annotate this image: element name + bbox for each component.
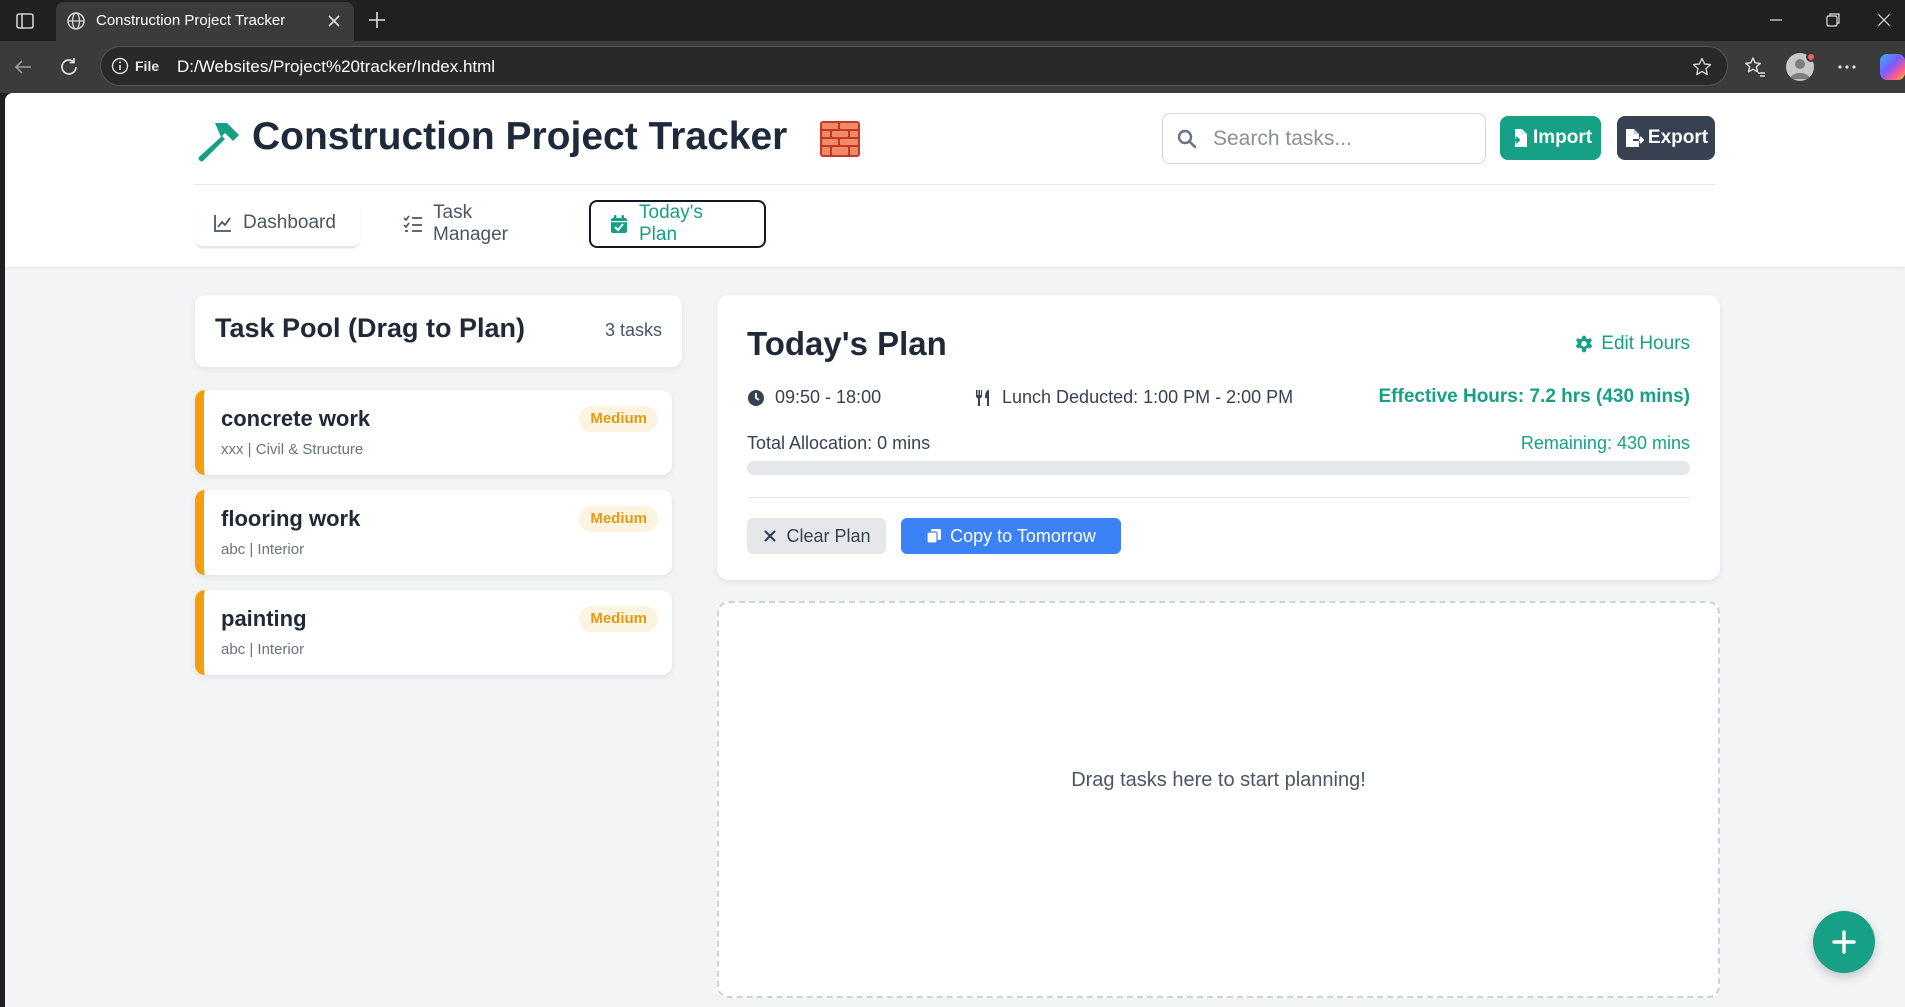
task-pool-header: Task Pool (Drag to Plan) 3 tasks [195,295,682,367]
plan-title: Today's Plan [747,325,947,362]
edit-hours-button[interactable]: Edit Hours [1575,333,1690,355]
priority-badge: Medium [579,406,658,432]
copy-to-tomorrow-label: Copy to Tomorrow [950,525,1096,546]
effective-hours: Effective Hours: 7.2 hrs (430 mins) [1378,386,1691,407]
tab-title: Construction Project Tracker [96,12,286,29]
plan-drop-zone[interactable]: Drag tasks here to start planning! [717,601,1720,998]
more-options-icon[interactable] [1834,54,1860,80]
task-pool-count: 3 tasks [604,320,662,340]
new-tab-icon[interactable] [366,9,388,31]
remaining-time: Remaining: 430 mins [1520,433,1690,453]
task-name: flooring work [221,506,361,531]
copy-icon [926,528,942,544]
list-check-icon [403,214,423,234]
drop-zone-hint: Drag tasks here to start planning! [1071,769,1366,791]
export-label: Export [1647,127,1709,148]
priority-badge: Medium [579,506,658,532]
task-card[interactable]: painting abc | Interior Medium [195,590,672,675]
favorite-star-icon[interactable] [1691,56,1713,78]
copilot-icon[interactable] [1880,54,1905,80]
plus-icon [1831,929,1857,955]
export-button[interactable]: Export [1617,116,1715,160]
browser-tab[interactable]: Construction Project Tracker [56,2,354,41]
tab-todays-plan-label: Today's Plan [639,202,703,245]
working-time: 09:50 - 18:00 [747,387,881,408]
search-input[interactable] [1213,124,1473,154]
url-text[interactable]: D:/Websites/Project%20tracker/Index.html [177,57,495,77]
search-icon [1177,129,1197,149]
globe-icon [66,11,86,31]
task-meta: abc | Interior [221,641,305,658]
file-export-icon [1624,128,1644,148]
task-meta: xxx | Civil & Structure [221,441,364,458]
back-arrow-icon[interactable] [12,56,34,78]
tab-task-manager-label: Task Manager [433,202,508,245]
time-range: 09:50 - 18:00 [775,387,882,407]
browser-toolbar: File D:/Websites/Project%20tracker/Index… [0,41,1905,93]
clear-plan-label: Clear Plan [786,525,871,546]
favorites-icon[interactable] [1742,54,1768,80]
profile-notification-dot [1806,52,1816,62]
file-import-icon [1509,128,1529,148]
add-task-button[interactable] [1813,911,1875,973]
reload-icon[interactable] [58,56,80,78]
import-label: Import [1532,127,1593,148]
sidebar-toggle-icon[interactable] [14,10,36,32]
page: Construction Project Tracker Search task… [5,93,1905,1007]
calendar-check-icon [609,214,629,234]
browser-tabstrip: Construction Project Tracker [0,0,1905,41]
task-card[interactable]: flooring work abc | Interior Medium [195,490,672,575]
tab-task-manager[interactable]: Task Manager [385,200,565,248]
minimize-icon[interactable] [1766,10,1786,30]
task-name: painting [221,606,307,631]
lunch-text: Lunch Deducted: 1:00 PM - 2:00 PM [1002,387,1294,407]
import-button[interactable]: Import [1500,116,1601,160]
address-bar[interactable]: File D:/Websites/Project%20tracker/Index… [100,46,1728,86]
close-window-icon[interactable] [1874,10,1894,30]
header-divider [195,184,1715,185]
lunch-info: Lunch Deducted: 1:00 PM - 2:00 PM [974,387,1293,408]
info-icon[interactable] [111,57,129,75]
hammer-icon [195,117,241,163]
task-meta: abc | Interior [221,541,305,558]
url-scheme-label: File [135,58,160,74]
clock-icon [747,389,765,407]
edit-hours-label: Edit Hours [1601,333,1690,354]
plan-divider [747,497,1690,498]
restore-icon[interactable] [1823,10,1843,30]
search-box[interactable] [1162,113,1486,164]
brick-icon [820,119,860,159]
close-tab-icon[interactable] [326,13,342,29]
copy-to-tomorrow-button[interactable]: Copy to Tomorrow [901,518,1121,554]
tab-dashboard[interactable]: Dashboard [195,200,360,248]
allocation-progress-bar [747,461,1690,475]
app-header: Construction Project Tracker Search task… [5,93,1905,267]
todays-plan-card: Today's Plan Edit Hours 09:50 - 18:00 Lu… [717,295,1720,580]
close-icon [762,528,778,544]
clear-plan-button[interactable]: Clear Plan [747,518,886,554]
utensils-icon [974,389,992,407]
total-allocation: Total Allocation: 0 mins [747,433,931,453]
task-pool-title: Task Pool (Drag to Plan) [215,313,526,343]
tab-dashboard-label: Dashboard [243,212,336,233]
tab-todays-plan[interactable]: Today's Plan [589,200,766,248]
gear-icon [1575,335,1593,353]
task-name: concrete work [221,406,371,431]
priority-badge: Medium [579,606,658,632]
chart-line-icon [213,213,233,233]
task-card[interactable]: concrete work xxx | Civil & Structure Me… [195,390,672,475]
page-title: Construction Project Tracker [252,115,788,158]
